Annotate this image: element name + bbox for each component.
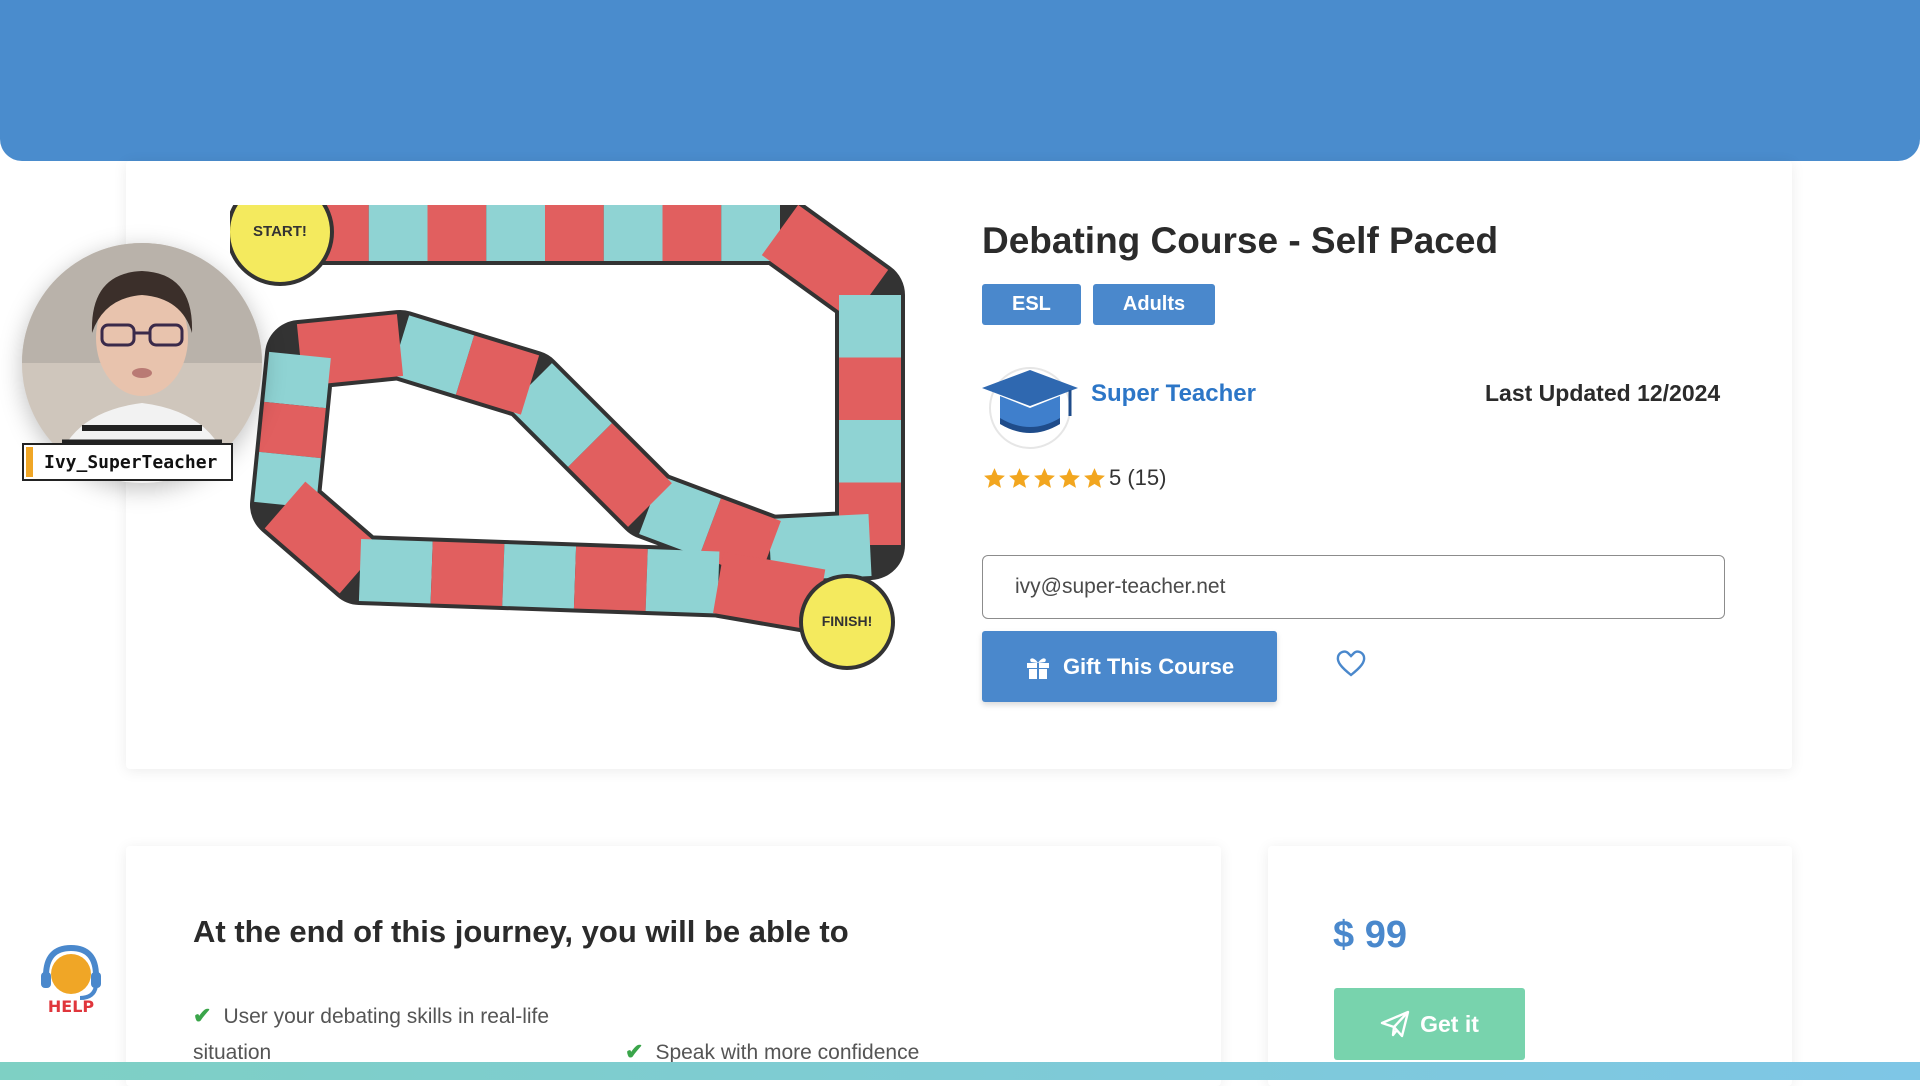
- board-space: [290, 405, 295, 455]
- star-icon: [1032, 466, 1057, 491]
- learning-outcome-text: User your debating skills in real-life s…: [193, 1005, 549, 1064]
- start-label: START!: [253, 223, 307, 240]
- board-space: [285, 455, 290, 505]
- board-space: [647, 580, 719, 583]
- course-title: Debating Course - Self Paced: [982, 220, 1498, 262]
- finish-label: FINISH!: [822, 613, 873, 629]
- star-icon: [982, 466, 1007, 491]
- paper-plane-icon: [1380, 1010, 1410, 1038]
- board-space: [503, 575, 575, 578]
- heart-icon[interactable]: [1335, 648, 1367, 678]
- check-icon: ✔: [193, 1003, 211, 1028]
- learning-outcomes-title: At the end of this journey, you will be …: [193, 914, 849, 950]
- get-it-button[interactable]: Get it: [1334, 988, 1525, 1060]
- teacher-avatar-graduation-cap-icon[interactable]: [980, 360, 1080, 450]
- board-space: [432, 573, 504, 576]
- gift-button-label: Gift This Course: [1063, 654, 1234, 680]
- board-space: [300, 345, 400, 355]
- top-banner: [0, 0, 1920, 161]
- start-circle: START!: [230, 205, 332, 284]
- course-price: $ 99: [1333, 914, 1407, 957]
- get-it-label: Get it: [1420, 1011, 1479, 1038]
- gift-course-button[interactable]: Gift This Course: [982, 631, 1277, 702]
- board-space: [718, 583, 820, 601]
- board-space: [530, 385, 590, 445]
- help-label[interactable]: HELP: [36, 997, 106, 1016]
- course-image-board-game: START! FINISH!: [230, 205, 910, 675]
- board-space: [295, 355, 300, 405]
- board-space: [575, 578, 647, 581]
- tag-adults[interactable]: Adults: [1093, 284, 1215, 325]
- board-space: [465, 365, 530, 385]
- course-rating: 5 (15): [982, 465, 1166, 491]
- board-space: [400, 345, 465, 365]
- board-space: [710, 528, 770, 551]
- board-space: [590, 445, 650, 505]
- bottom-stripe: [0, 1062, 1920, 1080]
- star-icon: [1057, 466, 1082, 491]
- rating-stars: [982, 466, 1107, 491]
- star-icon: [1082, 466, 1107, 491]
- star-icon: [1007, 466, 1032, 491]
- finish-circle: FINISH!: [801, 576, 893, 668]
- webcam-username: Ivy_SuperTeacher: [22, 443, 233, 481]
- learning-outcome-text: Speak with more confidence: [655, 1041, 919, 1064]
- course-tags: ESL Adults: [982, 284, 1215, 325]
- teacher-name-link[interactable]: Super Teacher: [1091, 380, 1256, 408]
- learning-outcome-item: ✔User your debating skills in real-life …: [193, 998, 613, 1071]
- board-game-track: [285, 230, 870, 600]
- tag-esl[interactable]: ESL: [982, 284, 1081, 325]
- board-space: [650, 505, 710, 528]
- board-space: [780, 230, 870, 295]
- board-space: [770, 545, 870, 550]
- gift-icon: [1025, 654, 1051, 680]
- board-space: [360, 570, 432, 573]
- check-icon: ✔: [625, 1039, 643, 1064]
- last-updated: Last Updated 12/2024: [1485, 380, 1720, 407]
- gift-email-input[interactable]: [982, 555, 1725, 619]
- rating-text: 5 (15): [1109, 465, 1166, 491]
